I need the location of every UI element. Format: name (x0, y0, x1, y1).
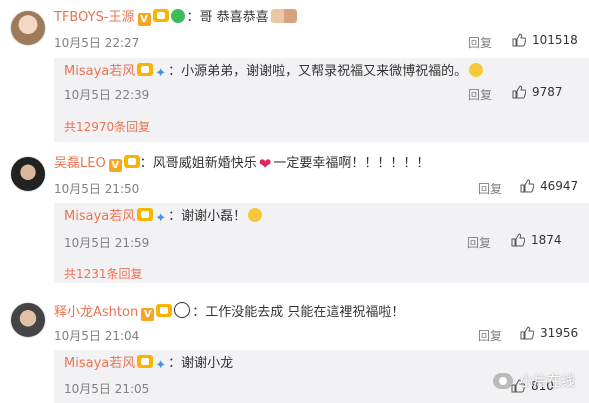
reply-button[interactable]: 回复 (468, 86, 492, 103)
username[interactable]: TFBOYS-王源 (54, 10, 135, 25)
like-count: 31956 (540, 326, 579, 340)
reply-box: Misaya若风 ✦ ：谢谢小磊！ 10月5日 21:59 回复 1874 共123… (54, 203, 589, 283)
reply-button[interactable]: 回复 (468, 34, 492, 51)
thumbs-up-icon (520, 179, 534, 193)
more-replies-link[interactable]: 共1231条回复 (64, 265, 143, 282)
comment-2-line: 吴磊LEO V ：风哥威姐新婚快乐 ❤ 一定要幸福啊！！！！！！ (54, 155, 430, 173)
heart-icon: ❤ (258, 155, 272, 173)
like-button[interactable]: 46947 (520, 179, 578, 193)
emoji-icon (170, 9, 185, 23)
username[interactable]: Misaya若风 (64, 64, 135, 79)
reply-button[interactable]: 回复 (467, 234, 491, 251)
reply-time: 10月5日 21:59 (64, 236, 150, 250)
level-icon (137, 355, 154, 368)
wechat-icon (493, 373, 513, 389)
emoji-icon (248, 208, 263, 222)
comment-1-line: TFBOYS-王源 V ：哥 恭喜恭喜 (54, 9, 299, 27)
comment-text: 哥 恭喜恭喜 (199, 10, 269, 25)
like-count: 46947 (540, 179, 579, 193)
like-button[interactable]: 101518 (512, 33, 578, 47)
comment-text: 风哥威姐新婚快乐 (152, 156, 257, 171)
username[interactable]: Misaya若风 (64, 356, 135, 371)
reply-box: Misaya若风 ✦ ：小源弟弟，谢谢啦，又帮录祝福又来微博祝福的。 10月5日 2… (54, 58, 589, 142)
level-icon (156, 304, 173, 317)
verified-badge: V (137, 13, 151, 26)
like-button[interactable]: 9787 (512, 85, 563, 99)
thumbs-up-icon (512, 85, 526, 99)
comment-time: 10月5日 21:50 (54, 182, 140, 196)
panda-icon (174, 302, 191, 318)
star-icon: ✦ (155, 211, 167, 226)
reply-time: 10月5日 21:05 (64, 382, 150, 396)
reply-button[interactable]: 回复 (478, 327, 502, 344)
like-count: 101518 (532, 33, 578, 47)
avatar[interactable] (10, 302, 46, 338)
reply-line: Misaya若风 ✦ ：小源弟弟，谢谢啦，又帮录祝福又来微博祝福的。 (64, 63, 485, 83)
level-icon (152, 9, 169, 22)
level-icon (137, 63, 154, 76)
emoji-icon (270, 9, 297, 23)
star-icon: ✦ (155, 358, 167, 373)
comment-time: 10月5日 21:04 (54, 329, 140, 343)
reply-line: Misaya若风 ✦ ：谢谢小龙 (64, 355, 234, 373)
username[interactable]: 吴磊LEO (54, 156, 106, 171)
comment-time: 10月5日 22:27 (54, 36, 140, 50)
watermark: 小片在线 (493, 371, 575, 391)
reply-text: 谢谢小龙 (181, 356, 234, 371)
verified-badge: V (141, 308, 155, 321)
reply-button[interactable]: 回复 (478, 180, 502, 197)
like-count: 9787 (532, 85, 563, 99)
thumbs-up-icon (512, 33, 526, 47)
reply-time: 10月5日 22:39 (64, 88, 150, 102)
reply-line: Misaya若风 ✦ ：谢谢小磊！ (64, 208, 264, 228)
comment-text-cont: 一定要幸福啊！！！！！！ (273, 156, 430, 171)
comment-text: 工作没能去成 只能在這裡祝福啦！ (205, 305, 405, 320)
avatar[interactable] (10, 156, 46, 192)
more-replies-link[interactable]: 共12970条回复 (64, 118, 150, 135)
username[interactable]: Misaya若风 (64, 209, 135, 224)
reply-text: 小源弟弟，谢谢啦，又帮录祝福又来微博祝福的。 (181, 64, 468, 79)
like-button[interactable]: 31956 (520, 326, 578, 340)
watermark-text: 小片在线 (519, 374, 575, 390)
reply-text: 谢谢小磊！ (181, 209, 247, 224)
like-count: 1874 (531, 233, 562, 247)
level-icon (123, 155, 140, 168)
like-button[interactable]: 1874 (511, 233, 562, 247)
emoji-icon (469, 63, 484, 77)
verified-badge: V (108, 159, 122, 172)
star-icon: ✦ (155, 66, 167, 81)
comment-3-line: 释小龙Ashton V ：工作没能去成 只能在這裡祝福啦！ (54, 302, 404, 322)
username[interactable]: 释小龙Ashton (54, 305, 138, 320)
thumbs-up-icon (511, 233, 525, 247)
level-icon (137, 208, 154, 221)
thumbs-up-icon (520, 326, 534, 340)
avatar[interactable] (10, 10, 46, 46)
